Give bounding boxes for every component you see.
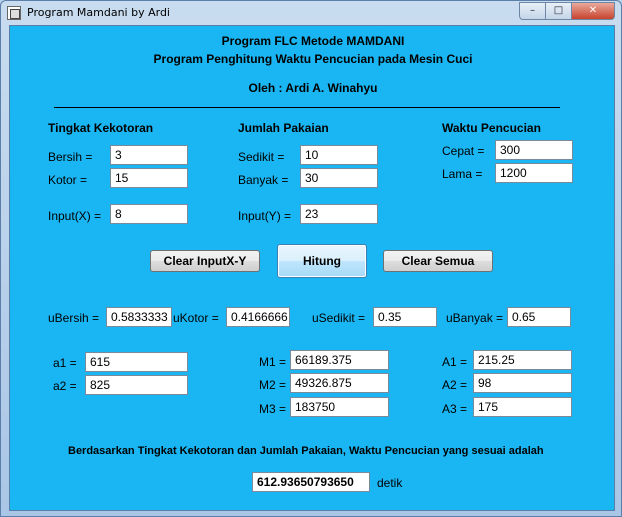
pencucian-section-title: Waktu Pencucian	[442, 121, 541, 135]
usedikit-output[interactable]: 0.35	[373, 307, 437, 327]
input-x-field[interactable]: 8	[110, 204, 188, 224]
kotor-label: Kotor =	[48, 173, 88, 187]
m1-label: M1 =	[259, 355, 287, 369]
a2-output[interactable]: 825	[85, 375, 188, 395]
area-a2-output[interactable]: 98	[473, 373, 572, 393]
m2-output[interactable]: 49326.875	[290, 373, 389, 393]
kekotoran-section-title: Tingkat Kekotoran	[48, 121, 154, 135]
program-title: Program FLC Metode MAMDANI	[221, 34, 405, 48]
area-a2-label: A2 =	[442, 378, 468, 392]
area-a1-label: A1 =	[442, 355, 468, 369]
title-bar[interactable]: Program Mamdani by Ardi – □ ✕	[1, 1, 621, 25]
ukotor-output[interactable]: 0.4166666	[226, 307, 290, 327]
window-title: Program Mamdani by Ardi	[27, 6, 170, 19]
usedikit-label: uSedikit =	[312, 311, 366, 325]
ubanyak-label: uBanyak =	[446, 311, 504, 325]
hitung-button[interactable]: Hitung	[277, 244, 367, 278]
cepat-label: Cepat =	[442, 144, 485, 158]
program-subtitle: Program Penghitung Waktu Pencucian pada …	[153, 52, 473, 66]
input-x-label: Input(X) =	[48, 209, 102, 223]
caption-buttons: – □ ✕	[519, 2, 615, 20]
form-client-area: Program FLC Metode MAMDANI Program Pengh…	[9, 25, 615, 511]
header-divider	[54, 107, 560, 108]
kotor-input[interactable]: 15	[110, 168, 188, 188]
m1-output[interactable]: 66189.375	[290, 350, 389, 370]
m2-label: M2 =	[259, 378, 287, 392]
banyak-input[interactable]: 30	[300, 168, 378, 188]
maximize-button[interactable]: □	[545, 2, 571, 20]
ukotor-label: uKotor =	[173, 311, 219, 325]
pakaian-section-title: Jumlah Pakaian	[238, 121, 329, 135]
sedikit-input[interactable]: 10	[300, 145, 378, 165]
sedikit-label: Sedikit =	[238, 150, 285, 164]
minimize-button[interactable]: –	[519, 2, 545, 20]
lama-input[interactable]: 1200	[495, 163, 573, 183]
bersih-input[interactable]: 3	[110, 145, 188, 165]
result-output[interactable]: 612.93650793650	[252, 472, 370, 492]
result-sentence: Berdasarkan Tingkat Kekotoran dan Jumlah…	[68, 445, 544, 457]
ubanyak-output[interactable]: 0.65	[507, 307, 571, 327]
app-window: Program Mamdani by Ardi – □ ✕ Program FL…	[0, 0, 622, 517]
input-y-field[interactable]: 23	[300, 204, 378, 224]
close-button[interactable]: ✕	[571, 2, 615, 20]
banyak-label: Banyak =	[238, 173, 289, 187]
bersih-label: Bersih =	[48, 150, 93, 164]
clear-input-xy-button[interactable]: Clear InputX-Y	[150, 250, 260, 272]
cepat-input[interactable]: 300	[495, 140, 573, 160]
a1-label: a1 =	[53, 356, 77, 370]
a1-output[interactable]: 615	[85, 352, 188, 372]
input-y-label: Input(Y) =	[238, 209, 292, 223]
area-a1-output[interactable]: 215.25	[473, 350, 572, 370]
app-window-icon[interactable]	[7, 6, 21, 20]
a2-label: a2 =	[53, 379, 77, 393]
author-label: Oleh : Ardi A. Winahyu	[248, 81, 378, 95]
m3-output[interactable]: 183750	[290, 397, 389, 417]
m3-label: M3 =	[259, 402, 287, 416]
area-a3-label: A3 =	[442, 402, 468, 416]
area-a3-output[interactable]: 175	[473, 397, 572, 417]
lama-label: Lama =	[442, 167, 483, 181]
clear-semua-button[interactable]: Clear Semua	[383, 250, 493, 272]
result-unit: detik	[377, 476, 403, 490]
ubersih-output[interactable]: 0.5833333	[106, 307, 172, 327]
ubersih-label: uBersih =	[48, 311, 100, 325]
